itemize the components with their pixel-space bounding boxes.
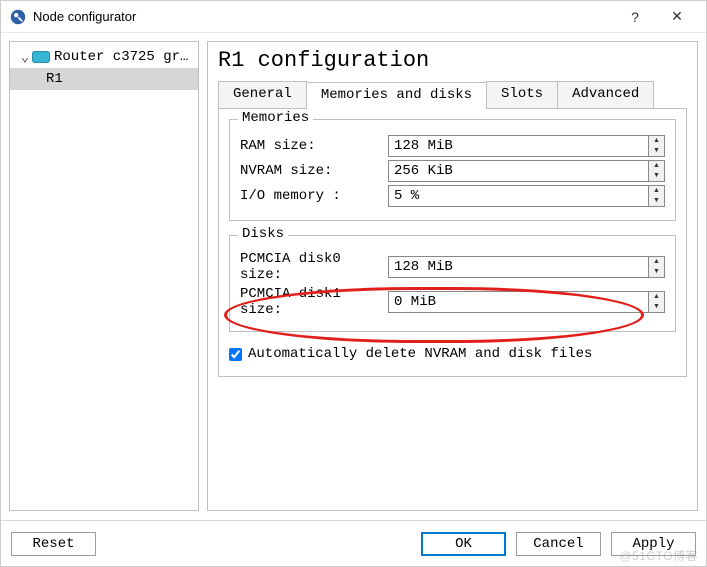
reset-button[interactable]: Reset (11, 532, 96, 556)
tree-child-item[interactable]: R1 (10, 68, 198, 90)
memories-legend: Memories (238, 110, 313, 126)
pcmcia-disk1-input[interactable] (388, 291, 648, 313)
spin-down-icon[interactable]: ▼ (649, 171, 664, 181)
close-button[interactable]: ✕ (656, 2, 698, 32)
pcmcia-disk1-label: PCMCIA disk1 size: (240, 286, 388, 318)
node-tree[interactable]: ⌄ Router c3725 gr… R1 (9, 41, 199, 511)
spin-up-icon[interactable]: ▲ (649, 257, 664, 267)
ok-button[interactable]: OK (421, 532, 506, 556)
auto-delete-label[interactable]: Automatically delete NVRAM and disk file… (248, 346, 592, 362)
spin-down-icon[interactable]: ▼ (649, 146, 664, 156)
pcmcia-disk0-label: PCMCIA disk0 size: (240, 251, 388, 283)
disks-legend: Disks (238, 226, 288, 242)
pcmcia-disk0-input[interactable] (388, 256, 648, 278)
io-memory-spinbox[interactable]: ▲ ▼ (388, 185, 665, 207)
ram-size-spinbox[interactable]: ▲ ▼ (388, 135, 665, 157)
tab-panel-memories-disks: Memories RAM size: ▲ ▼ NVRAM size: (218, 109, 687, 377)
tab-advanced[interactable]: Advanced (557, 81, 654, 108)
spin-up-icon[interactable]: ▲ (649, 136, 664, 146)
spin-down-icon[interactable]: ▼ (649, 302, 664, 312)
nvram-size-input[interactable] (388, 160, 648, 182)
tree-root-item[interactable]: ⌄ Router c3725 gr… (10, 46, 198, 68)
config-pane: R1 configuration General Memories and di… (207, 41, 698, 511)
spin-up-icon[interactable]: ▲ (649, 161, 664, 171)
memories-group: Memories RAM size: ▲ ▼ NVRAM size: (229, 119, 676, 221)
ram-size-input[interactable] (388, 135, 648, 157)
caret-down-icon: ⌄ (18, 49, 32, 66)
pcmcia-disk0-spinbox[interactable]: ▲ ▼ (388, 256, 665, 278)
nvram-size-label: NVRAM size: (240, 163, 388, 179)
spin-up-icon[interactable]: ▲ (649, 186, 664, 196)
ram-size-label: RAM size: (240, 138, 388, 154)
window-title: Node configurator (33, 9, 614, 24)
watermark: @51CTO博客 (619, 547, 698, 564)
auto-delete-checkbox[interactable] (229, 348, 242, 361)
tree-root-label: Router c3725 gr… (54, 49, 188, 65)
spin-down-icon[interactable]: ▼ (649, 267, 664, 277)
nvram-size-spinbox[interactable]: ▲ ▼ (388, 160, 665, 182)
spin-down-icon[interactable]: ▼ (649, 196, 664, 206)
tab-general[interactable]: General (218, 81, 307, 108)
tree-child-label: R1 (46, 71, 63, 87)
router-icon (32, 51, 50, 63)
pcmcia-disk1-spinbox[interactable]: ▲ ▼ (388, 291, 665, 313)
app-icon (9, 8, 27, 26)
titlebar: Node configurator ? ✕ (1, 1, 706, 33)
tab-bar: General Memories and disks Slots Advance… (218, 81, 687, 109)
config-heading: R1 configuration (218, 48, 687, 73)
help-button[interactable]: ? (614, 2, 656, 32)
spin-up-icon[interactable]: ▲ (649, 292, 664, 302)
io-memory-label: I/O memory : (240, 188, 388, 204)
tab-memories-disks[interactable]: Memories and disks (306, 82, 487, 109)
io-memory-input[interactable] (388, 185, 648, 207)
dialog-footer: Reset OK Cancel Apply (1, 520, 706, 566)
tab-slots[interactable]: Slots (486, 81, 558, 108)
auto-delete-row[interactable]: Automatically delete NVRAM and disk file… (229, 346, 676, 362)
cancel-button[interactable]: Cancel (516, 532, 601, 556)
disks-group: Disks PCMCIA disk0 size: ▲ ▼ PCMCIA disk… (229, 235, 676, 332)
